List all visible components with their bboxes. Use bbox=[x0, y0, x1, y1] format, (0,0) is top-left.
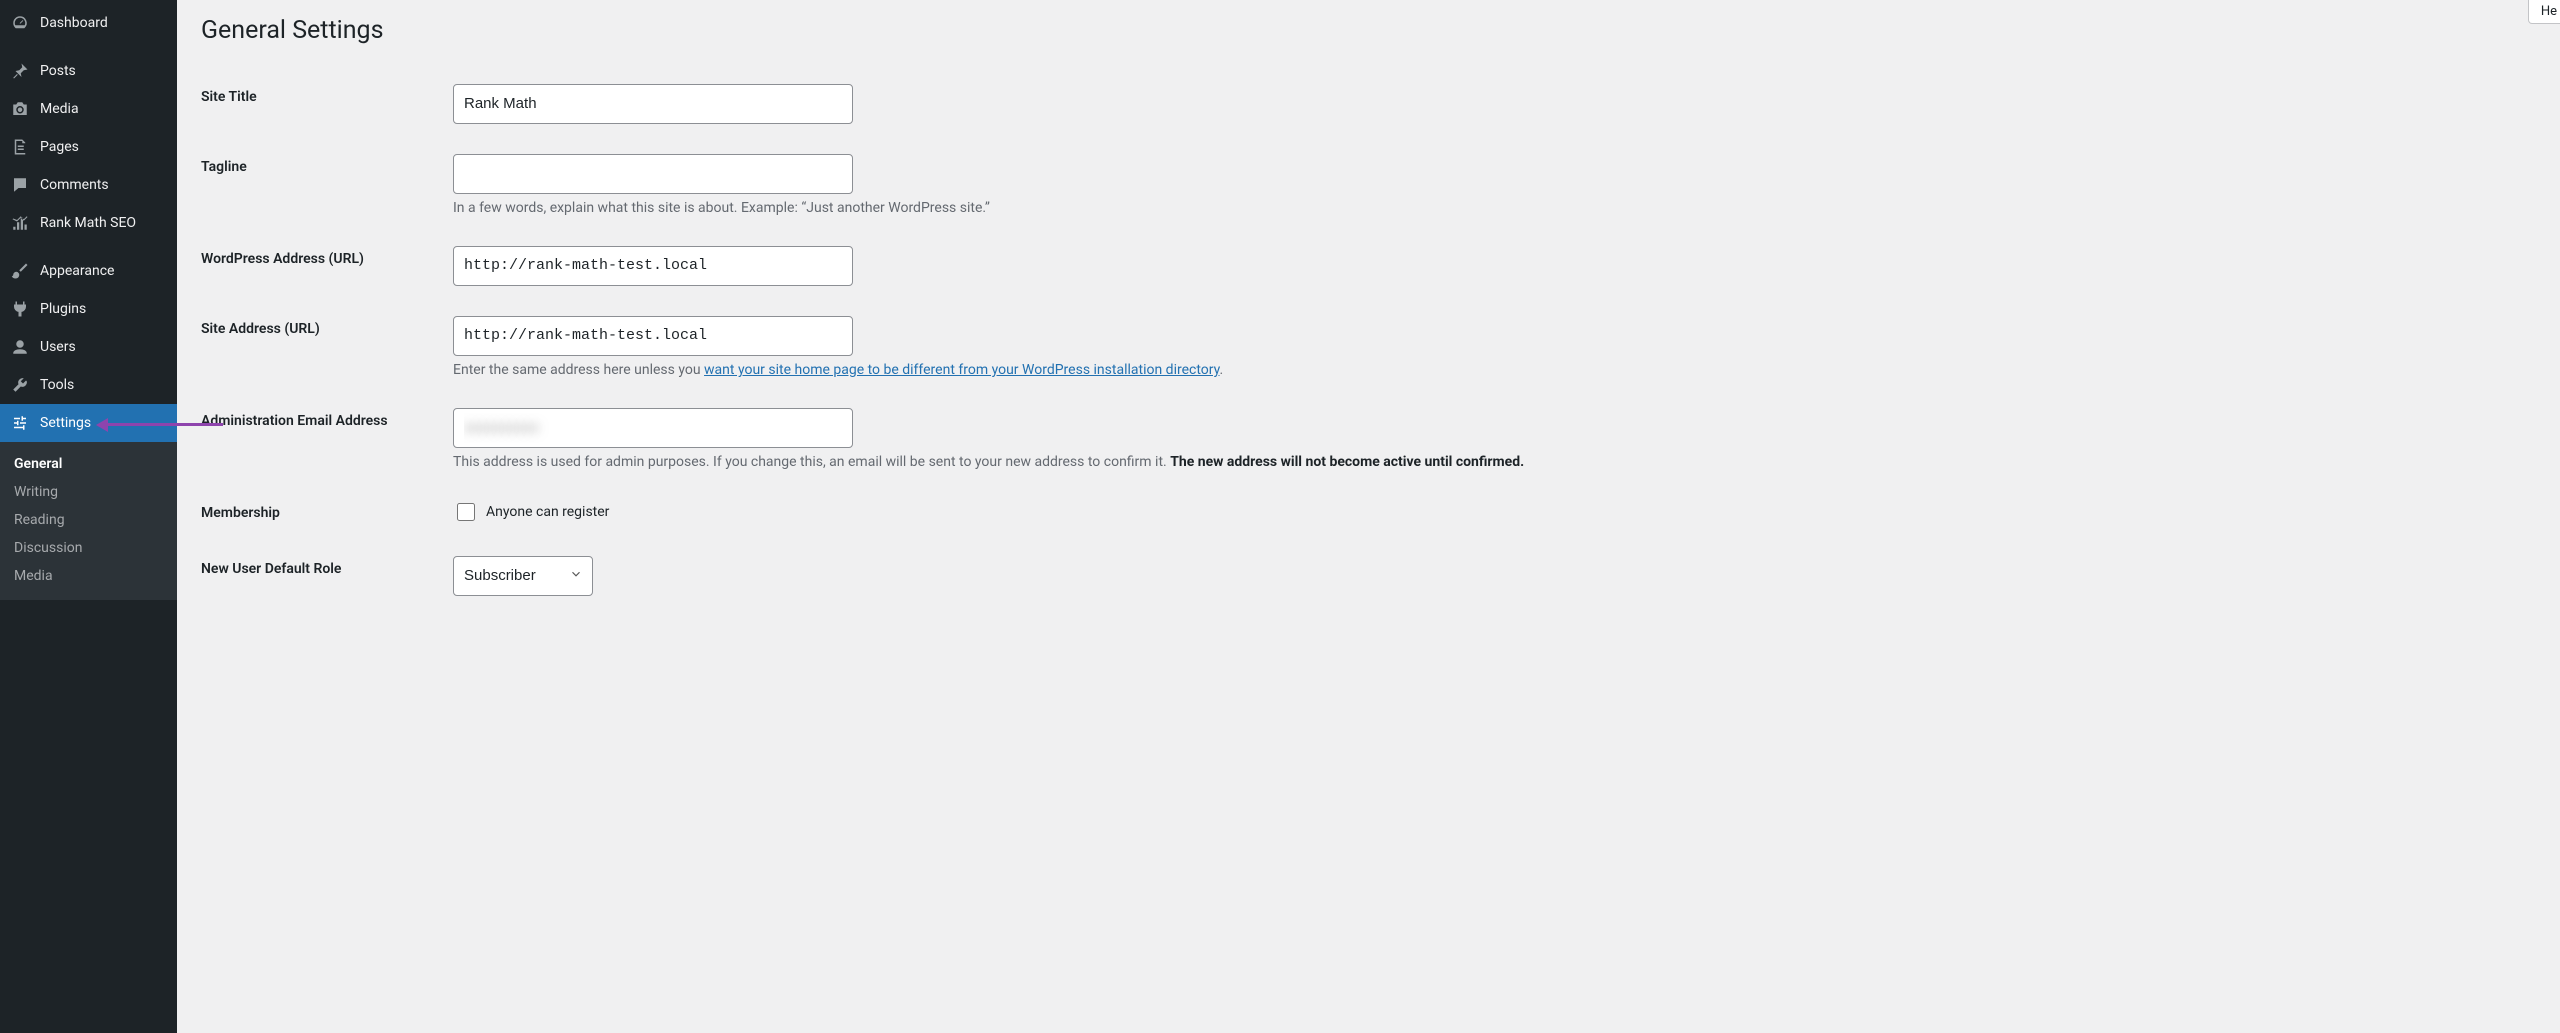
sidebar-item-appearance[interactable]: Appearance bbox=[0, 252, 177, 290]
submenu-item-writing[interactable]: Writing bbox=[0, 478, 177, 506]
gauge-icon bbox=[10, 13, 30, 33]
sidebar-item-label: Pages bbox=[40, 139, 79, 156]
sidebar-item-label: Dashboard bbox=[40, 15, 108, 32]
page-icon bbox=[10, 137, 30, 157]
default-role-select[interactable]: Subscriber bbox=[453, 556, 593, 596]
row-site-title: Site Title bbox=[201, 69, 2536, 139]
tagline-input[interactable] bbox=[453, 154, 853, 194]
sidebar-item-label: Settings bbox=[40, 415, 91, 432]
label-site-title: Site Title bbox=[201, 69, 453, 139]
membership-checkbox-label: Anyone can register bbox=[486, 504, 609, 520]
row-wp-url: WordPress Address (URL) bbox=[201, 231, 2536, 301]
site-url-doc-link[interactable]: want your site home page to be different… bbox=[704, 362, 1220, 378]
label-default-role: New User Default Role bbox=[201, 541, 453, 611]
submenu-item-discussion[interactable]: Discussion bbox=[0, 534, 177, 562]
submenu-item-reading[interactable]: Reading bbox=[0, 506, 177, 534]
sidebar-item-label: Plugins bbox=[40, 301, 86, 318]
user-icon bbox=[10, 337, 30, 357]
settings-general-page: He General Settings Site Title Tagline I… bbox=[177, 0, 2560, 1033]
comment-icon bbox=[10, 175, 30, 195]
row-admin-email: Administration Email Address This addres… bbox=[201, 393, 2536, 485]
wp-url-input[interactable] bbox=[453, 246, 853, 286]
membership-checkbox[interactable] bbox=[457, 503, 475, 521]
sidebar-item-label: Comments bbox=[40, 177, 109, 194]
sidebar-item-tools[interactable]: Tools bbox=[0, 366, 177, 404]
row-site-url: Site Address (URL) Enter the same addres… bbox=[201, 301, 2536, 393]
sidebar-item-posts[interactable]: Posts bbox=[0, 52, 177, 90]
site-url-desc-text: Enter the same address here unless you bbox=[453, 362, 704, 378]
submenu-item-general[interactable]: General bbox=[0, 450, 177, 478]
sidebar-item-plugins[interactable]: Plugins bbox=[0, 290, 177, 328]
sidebar-item-media[interactable]: Media bbox=[0, 90, 177, 128]
sliders-icon bbox=[10, 413, 30, 433]
pin-icon bbox=[10, 61, 30, 81]
row-default-role: New User Default Role Subscriber bbox=[201, 541, 2536, 611]
admin-email-description: This address is used for admin purposes.… bbox=[453, 454, 1573, 470]
settings-submenu: General Writing Reading Discussion Media bbox=[0, 442, 177, 600]
sidebar-item-rankmath[interactable]: Rank Math SEO bbox=[0, 204, 177, 242]
row-tagline: Tagline In a few words, explain what thi… bbox=[201, 139, 2536, 231]
bars-icon bbox=[10, 213, 30, 233]
row-membership: Membership Anyone can register bbox=[201, 485, 2536, 541]
sidebar-item-dashboard[interactable]: Dashboard bbox=[0, 4, 177, 42]
plug-icon bbox=[10, 299, 30, 319]
sidebar-item-label: Posts bbox=[40, 63, 76, 80]
membership-checkbox-wrap[interactable]: Anyone can register bbox=[453, 500, 2526, 524]
sidebar-item-comments[interactable]: Comments bbox=[0, 166, 177, 204]
sidebar-item-label: Rank Math SEO bbox=[40, 215, 136, 232]
site-url-desc-post: . bbox=[1220, 362, 1224, 378]
label-wp-url: WordPress Address (URL) bbox=[201, 231, 453, 301]
sidebar-item-label: Users bbox=[40, 339, 76, 356]
admin-email-desc-strong: The new address will not become active u… bbox=[1170, 454, 1524, 470]
sidebar-item-label: Tools bbox=[40, 377, 74, 394]
admin-sidebar: Dashboard Posts Media Pages bbox=[0, 0, 177, 1033]
settings-form: Site Title Tagline In a few words, expla… bbox=[201, 69, 2536, 611]
sidebar-item-settings[interactable]: Settings bbox=[0, 404, 177, 442]
site-title-input[interactable] bbox=[453, 84, 853, 124]
page-title: General Settings bbox=[201, 16, 2536, 45]
admin-email-desc-text: This address is used for admin purposes.… bbox=[453, 454, 1170, 470]
admin-email-input[interactable] bbox=[453, 408, 853, 448]
label-admin-email: Administration Email Address bbox=[201, 393, 453, 485]
sidebar-item-label: Media bbox=[40, 101, 79, 118]
help-tab[interactable]: He bbox=[2528, 0, 2560, 24]
sidebar-item-pages[interactable]: Pages bbox=[0, 128, 177, 166]
brush-icon bbox=[10, 261, 30, 281]
camera-icon bbox=[10, 99, 30, 119]
submenu-item-media[interactable]: Media bbox=[0, 562, 177, 590]
site-url-input[interactable] bbox=[453, 316, 853, 356]
site-url-description: Enter the same address here unless you w… bbox=[453, 362, 1573, 378]
sidebar-item-label: Appearance bbox=[40, 263, 114, 280]
label-tagline: Tagline bbox=[201, 139, 453, 231]
sidebar-item-users[interactable]: Users bbox=[0, 328, 177, 366]
tagline-description: In a few words, explain what this site i… bbox=[453, 200, 1573, 216]
wrench-icon bbox=[10, 375, 30, 395]
label-site-url: Site Address (URL) bbox=[201, 301, 453, 393]
label-membership: Membership bbox=[201, 485, 453, 541]
